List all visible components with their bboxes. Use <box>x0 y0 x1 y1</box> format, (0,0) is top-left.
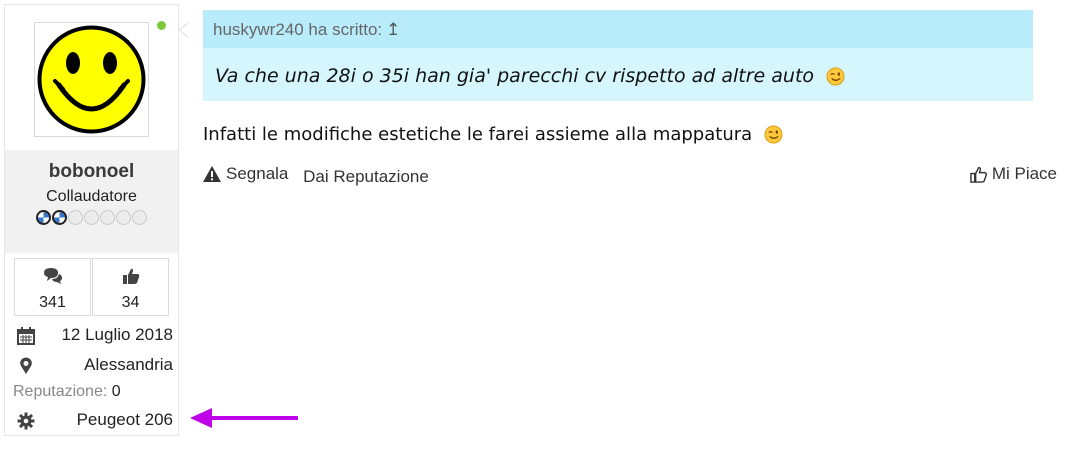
reputation-row: Reputazione: 0 <box>13 383 121 401</box>
quote-block: huskywr240 ha scritto: ↥ Va che una 28i o… <box>203 10 1033 101</box>
post-content-row: Infatti le modifiche estetiche le farei … <box>203 124 783 145</box>
thumbs-up-outline-icon <box>970 166 987 183</box>
rank-dots <box>5 210 178 225</box>
comments-icon <box>43 268 62 284</box>
quote-text: Va che una 28i o 35i han gia' parecchi c… <box>215 65 815 87</box>
map-marker-icon <box>20 357 32 374</box>
post-text: Infatti le modifiche estetiche le farei … <box>203 124 753 145</box>
car-row: Peugeot 206 <box>13 410 173 432</box>
rank-dot-empty <box>116 210 131 225</box>
reputation-value: 0 <box>111 383 121 400</box>
location: Alessandria <box>84 355 173 374</box>
wink-emoji-icon <box>826 67 845 86</box>
rank-dot-empty <box>100 210 115 225</box>
quote-text-row: Va che una 28i o 35i han gia' parecchi c… <box>215 65 845 87</box>
give-reputation-button[interactable]: Dai Reputazione <box>303 167 429 187</box>
user-info-block: bobonoel Collaudatore <box>5 150 178 253</box>
reputation-label: Reputazione: <box>13 383 108 400</box>
report-button[interactable]: Segnala <box>203 164 288 184</box>
quote-jump-icon[interactable]: ↥ <box>386 20 400 39</box>
joined-row: 12 Luglio 2018 <box>13 325 173 347</box>
like-label: Mi Piace <box>991 164 1057 183</box>
car-model: Peugeot 206 <box>76 410 173 429</box>
warning-icon <box>203 166 221 182</box>
wink-emoji-icon <box>764 125 783 144</box>
location-row: Alessandria <box>13 355 173 377</box>
post-pointer-inner <box>180 23 189 37</box>
quote-author[interactable]: huskywr240 ha scritto: <box>213 20 382 39</box>
rank-dot-empty <box>68 210 83 225</box>
like-button[interactable]: Mi Piace <box>970 164 1057 184</box>
user-sidebar: bobonoel Collaudatore 341 34 12 Luglio 2… <box>4 4 179 436</box>
posts-stat[interactable]: 341 <box>14 258 91 316</box>
posts-count: 341 <box>39 294 66 311</box>
likes-stat[interactable]: 34 <box>92 258 169 316</box>
online-dot-icon <box>157 21 166 30</box>
thumbs-up-icon <box>122 268 139 284</box>
username[interactable]: bobonoel <box>5 161 178 183</box>
rank-dot-empty <box>84 210 99 225</box>
likes-count: 34 <box>121 294 140 311</box>
avatar[interactable] <box>34 22 149 137</box>
rank-dot-filled <box>52 210 67 225</box>
rank-dot-empty <box>132 210 147 225</box>
joined-date: 12 Luglio 2018 <box>61 325 173 344</box>
user-title: Collaudatore <box>46 188 137 205</box>
annotation-arrow-icon <box>190 408 298 428</box>
post-actions: Segnala Dai Reputazione <box>203 164 439 187</box>
quote-header: huskywr240 ha scritto: ↥ <box>203 10 1033 48</box>
rank-dot-filled <box>36 210 51 225</box>
report-label: Segnala <box>226 164 289 183</box>
calendar-icon <box>17 327 35 345</box>
smiley-avatar-icon <box>37 25 146 134</box>
gear-icon <box>17 412 35 430</box>
give-reputation-label: Dai Reputazione <box>303 167 429 186</box>
